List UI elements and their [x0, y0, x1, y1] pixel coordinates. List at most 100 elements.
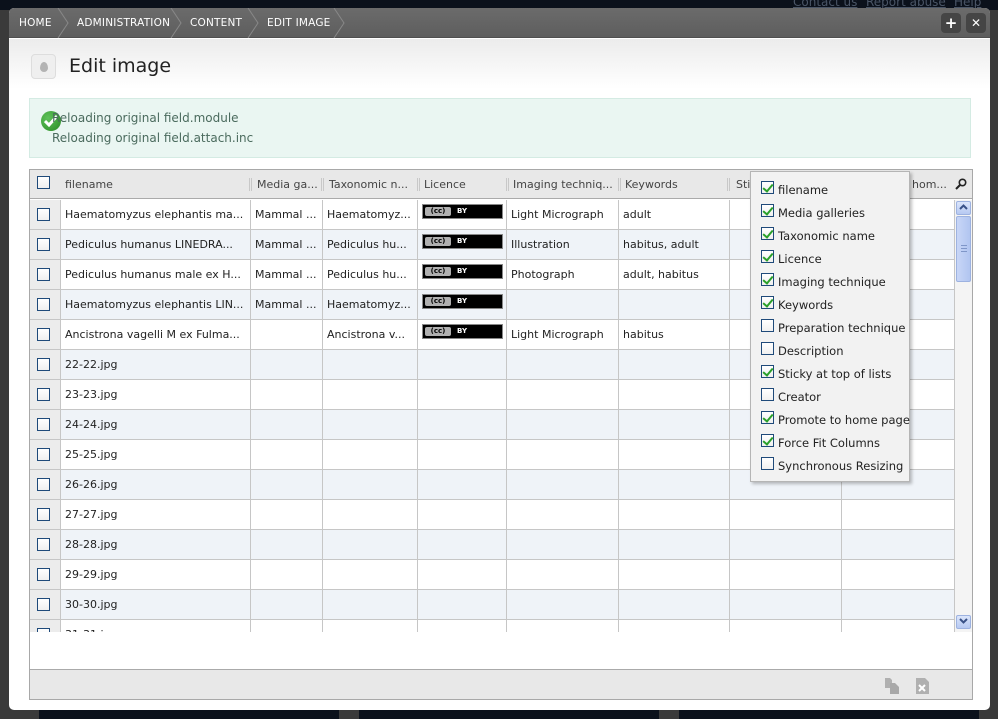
scroll-down-button[interactable] — [956, 615, 971, 629]
cell-licence[interactable] — [418, 350, 507, 379]
cell-taxonomic-name[interactable] — [323, 470, 418, 499]
cell-media-galleries[interactable]: Mammal ... — [251, 200, 323, 229]
breadcrumb-edit-image[interactable]: EDIT IMAGE — [267, 8, 331, 38]
cell-keywords[interactable] — [619, 440, 730, 469]
cell-filename[interactable]: 26-26.jpg — [61, 470, 251, 499]
cell-imaging-technique[interactable]: Light Micrograph — [507, 200, 619, 229]
cell-media-galleries[interactable] — [251, 380, 323, 409]
cell-keywords[interactable]: adult — [619, 200, 730, 229]
checked-checkbox[interactable] — [761, 365, 774, 378]
cell-taxonomic-name[interactable]: Haematomyz... — [323, 290, 418, 319]
cell-keywords[interactable] — [619, 470, 730, 499]
cell-promote[interactable] — [842, 560, 955, 589]
cell-filename[interactable]: 31-31.jpg — [61, 620, 251, 632]
cell-licence[interactable] — [418, 380, 507, 409]
cell-imaging-technique[interactable] — [507, 530, 619, 559]
cell-media-galleries[interactable]: Mammal ... — [251, 230, 323, 259]
table-row[interactable]: 27-27.jpg — [30, 500, 955, 530]
cell-filename[interactable]: 22-22.jpg — [61, 350, 251, 379]
column-picker-item[interactable]: filename — [751, 177, 909, 200]
column-picker-item[interactable]: Imaging technique — [751, 269, 909, 292]
cell-filename[interactable]: 30-30.jpg — [61, 590, 251, 619]
cell-filename[interactable]: 27-27.jpg — [61, 500, 251, 529]
cell-taxonomic-name[interactable] — [323, 530, 418, 559]
checked-checkbox[interactable] — [761, 434, 774, 447]
delete-icon[interactable] — [916, 678, 930, 694]
cell-keywords[interactable] — [619, 590, 730, 619]
cell-media-galleries[interactable]: Mammal ... — [251, 260, 323, 289]
cell-filename[interactable]: 28-28.jpg — [61, 530, 251, 559]
cell-keywords[interactable] — [619, 410, 730, 439]
cell-taxonomic-name[interactable] — [323, 620, 418, 632]
breadcrumb-home[interactable]: HOME — [19, 8, 52, 38]
checked-checkbox[interactable] — [761, 204, 774, 217]
cell-licence[interactable]: (cc) BY — [418, 230, 507, 259]
cell-imaging-technique[interactable]: Photograph — [507, 260, 619, 289]
cell-filename[interactable]: Ancistrona vagelli M ex Fulma... — [61, 320, 251, 349]
cell-licence[interactable] — [418, 440, 507, 469]
cell-keywords[interactable] — [619, 530, 730, 559]
cell-filename[interactable]: Haematomyzus elephantis LIN... — [61, 290, 251, 319]
cell-taxonomic-name[interactable]: Pediculus hu... — [323, 230, 418, 259]
cell-imaging-technique[interactable] — [507, 500, 619, 529]
unchecked-checkbox[interactable] — [761, 342, 774, 355]
cell-filename[interactable]: 29-29.jpg — [61, 560, 251, 589]
cell-licence[interactable] — [418, 530, 507, 559]
cell-taxonomic-name[interactable] — [323, 380, 418, 409]
row-checkbox[interactable] — [37, 628, 50, 632]
row-checkbox[interactable] — [37, 568, 50, 581]
row-checkbox[interactable] — [37, 538, 50, 551]
cell-taxonomic-name[interactable]: Ancistrona v... — [323, 320, 418, 349]
checked-checkbox[interactable] — [761, 296, 774, 309]
breadcrumb-content[interactable]: CONTENT — [190, 8, 242, 38]
column-picker-item[interactable]: Keywords — [751, 292, 909, 315]
checked-checkbox[interactable] — [761, 273, 774, 286]
cell-taxonomic-name[interactable] — [323, 350, 418, 379]
cell-promote[interactable] — [842, 500, 955, 529]
row-checkbox[interactable] — [37, 388, 50, 401]
column-picker-item[interactable]: Licence — [751, 246, 909, 269]
cell-sticky[interactable] — [730, 620, 842, 632]
cell-imaging-technique[interactable] — [507, 440, 619, 469]
column-header-filename[interactable]: filename — [59, 170, 249, 198]
column-header-licence[interactable]: Licence — [418, 170, 506, 198]
row-checkbox[interactable] — [37, 208, 50, 221]
cell-licence[interactable]: (cc) BY — [418, 290, 507, 319]
cell-imaging-technique[interactable] — [507, 590, 619, 619]
cell-media-galleries[interactable] — [251, 410, 323, 439]
row-checkbox[interactable] — [37, 508, 50, 521]
cell-keywords[interactable] — [619, 560, 730, 589]
cell-licence[interactable]: (cc) BY — [418, 260, 507, 289]
cell-licence[interactable]: (cc) BY — [418, 200, 507, 229]
cell-imaging-technique[interactable]: Light Micrograph — [507, 320, 619, 349]
cell-keywords[interactable] — [619, 290, 730, 319]
column-picker-item[interactable]: Promote to home page — [751, 407, 910, 430]
cell-imaging-technique[interactable] — [507, 380, 619, 409]
column-picker-item[interactable]: Creator — [751, 384, 909, 407]
table-row[interactable]: 31-31.jpg — [30, 620, 955, 632]
cell-keywords[interactable] — [619, 380, 730, 409]
row-checkbox[interactable] — [37, 358, 50, 371]
cell-keywords[interactable] — [619, 350, 730, 379]
column-header-taxonomic-name[interactable]: Taxonomic n... — [323, 170, 417, 198]
cell-filename[interactable]: Pediculus humanus male ex H... — [61, 260, 251, 289]
scroll-thumb[interactable] — [956, 216, 971, 282]
cell-licence[interactable] — [418, 410, 507, 439]
cell-imaging-technique[interactable] — [507, 470, 619, 499]
cell-imaging-technique[interactable] — [507, 410, 619, 439]
cell-taxonomic-name[interactable]: Pediculus hu... — [323, 260, 418, 289]
cell-filename[interactable]: 24-24.jpg — [61, 410, 251, 439]
cell-media-galleries[interactable] — [251, 440, 323, 469]
cell-taxonomic-name[interactable] — [323, 500, 418, 529]
cell-media-galleries[interactable] — [251, 350, 323, 379]
cell-licence[interactable] — [418, 560, 507, 589]
breadcrumb-administration[interactable]: ADMINISTRATION — [77, 8, 170, 38]
cell-keywords[interactable] — [619, 500, 730, 529]
cell-taxonomic-name[interactable] — [323, 440, 418, 469]
checked-checkbox[interactable] — [761, 411, 774, 424]
row-checkbox[interactable] — [37, 598, 50, 611]
row-checkbox[interactable] — [37, 298, 50, 311]
cell-filename[interactable]: 23-23.jpg — [61, 380, 251, 409]
table-row[interactable]: 29-29.jpg — [30, 560, 955, 590]
unchecked-checkbox[interactable] — [761, 388, 774, 401]
